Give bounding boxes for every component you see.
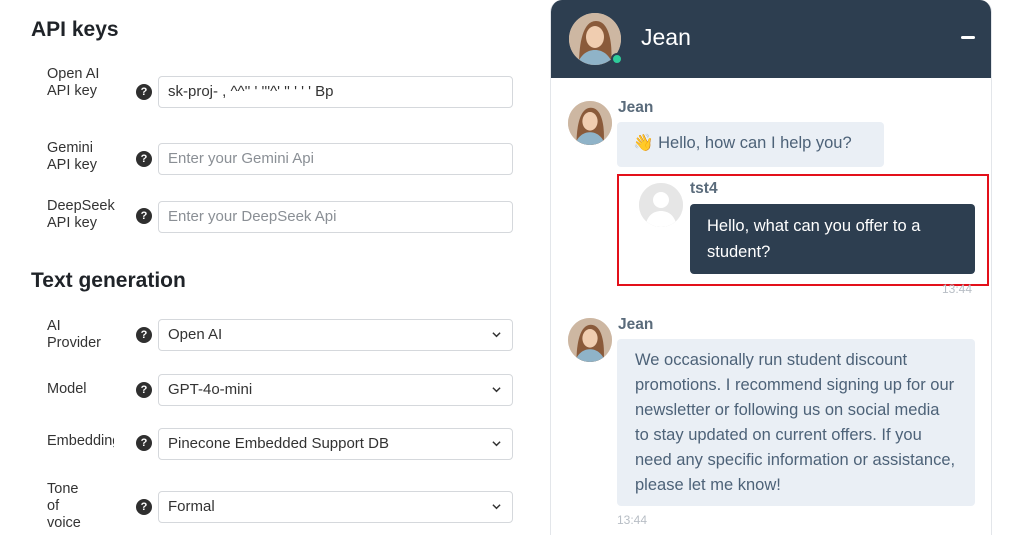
api-keys-heading: API keys: [31, 18, 119, 41]
chat-widget: Jean Jean 👋 Hello, how can I help you? t…: [550, 0, 992, 535]
help-icon[interactable]: ?: [136, 208, 152, 224]
agent-portrait-icon: [568, 101, 612, 145]
embedding-select[interactable]: Pinecone Embedded Support DB: [158, 428, 513, 460]
chat-agent-name: Jean: [641, 24, 691, 50]
model-select-value: GPT-4o-mini: [168, 381, 253, 398]
chevron-down-icon: [492, 387, 501, 393]
tone-label: Tone of voice: [47, 481, 81, 531]
message-timestamp: 13:44: [617, 513, 648, 527]
gemini-key-row: Gemini API key ? Enter your Gemini Api: [0, 140, 540, 180]
model-row: Model ? GPT-4o-mini: [0, 374, 540, 410]
provider-select[interactable]: Open AI: [158, 319, 513, 351]
provider-row: AI Provider ? Open AI: [0, 318, 540, 358]
deepseek-key-label: DeepSeek API key: [47, 198, 115, 231]
help-icon[interactable]: ?: [136, 84, 152, 100]
help-icon[interactable]: ?: [136, 327, 152, 343]
embedding-label: Embedding: [47, 433, 114, 449]
embedding-select-value: Pinecone Embedded Support DB: [168, 435, 389, 452]
message-timestamp: 13:44: [942, 282, 973, 296]
message-sender: tst4: [690, 180, 718, 197]
user-placeholder-icon: [639, 183, 683, 227]
message-sender: Jean: [618, 316, 654, 333]
settings-panel: API keys Open AI API key ? sk-proj- , ^^…: [0, 0, 540, 535]
agent-avatar: [568, 318, 612, 362]
minimize-icon[interactable]: [961, 36, 975, 39]
help-icon[interactable]: ?: [136, 499, 152, 515]
help-icon[interactable]: ?: [136, 435, 152, 451]
chat-header: Jean: [551, 0, 991, 78]
provider-label: AI Provider: [47, 318, 101, 351]
agent-message-bubble: We occasionally run student discount pro…: [617, 339, 975, 506]
openai-key-input[interactable]: sk-proj- , ^^'' ' '''^' '' ' ' ' Bp: [158, 76, 513, 108]
agent-avatar: [568, 101, 612, 145]
chevron-down-icon: [492, 441, 501, 447]
model-select[interactable]: GPT-4o-mini: [158, 374, 513, 406]
embedding-row: Embedding ? Pinecone Embedded Support DB: [0, 428, 540, 462]
text-generation-heading: Text generation: [31, 269, 186, 292]
gemini-key-input[interactable]: Enter your Gemini Api: [158, 143, 513, 175]
agent-message-bubble: 👋 Hello, how can I help you?: [617, 122, 884, 167]
online-status-indicator: [611, 53, 623, 65]
model-label: Model: [47, 381, 87, 397]
gemini-key-label: Gemini API key: [47, 140, 97, 173]
openai-key-row: Open AI API key ? sk-proj- , ^^'' ' '''^…: [0, 66, 540, 120]
agent-portrait-icon: [568, 318, 612, 362]
provider-select-value: Open AI: [168, 326, 223, 343]
deepseek-key-row: DeepSeek API key ? Enter your DeepSeek A…: [0, 198, 540, 238]
user-message-bubble: Hello, what can you offer to a student?: [690, 204, 975, 274]
tone-row: Tone of voice ? Formal: [0, 481, 540, 535]
tone-select-value: Formal: [168, 498, 215, 515]
help-icon[interactable]: ?: [136, 382, 152, 398]
chevron-down-icon: [492, 504, 501, 510]
user-avatar: [639, 183, 683, 227]
help-icon[interactable]: ?: [136, 151, 152, 167]
tone-select[interactable]: Formal: [158, 491, 513, 523]
deepseek-key-input[interactable]: Enter your DeepSeek Api: [158, 201, 513, 233]
openai-key-label: Open AI API key: [47, 66, 100, 99]
chevron-down-icon: [492, 332, 501, 338]
message-sender: Jean: [618, 99, 654, 116]
